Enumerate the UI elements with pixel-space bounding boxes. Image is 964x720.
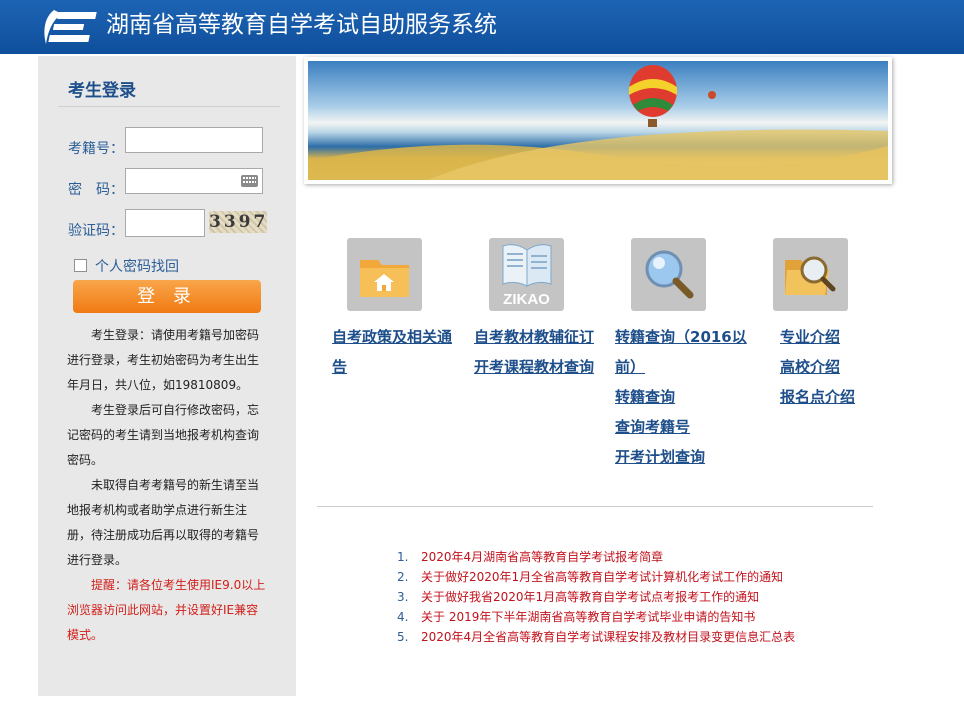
captcha-image[interactable]: 3397 (209, 211, 267, 233)
link-transfer-query-pre2016-line2[interactable]: 前） (615, 352, 645, 382)
login-note-1: 考生登录：请使用考籍号加密码进行登录，考生初始密码为考生出生年月日，共八位，如1… (67, 328, 260, 392)
password-input[interactable] (125, 168, 263, 194)
login-heading: 考生登录 (68, 81, 136, 101)
link-exam-id-query[interactable]: 查询考籍号 (615, 412, 690, 442)
banner-image (308, 61, 888, 180)
login-panel: 考生登录 考籍号： 密 码： 验证码： 3397 个人密码找回 登 录 考生登录… (38, 56, 296, 696)
news-item[interactable]: 5. 2020年4月全省高等教育自学考试课程安排及教材目录变更信息汇总表 (397, 627, 795, 647)
news-item[interactable]: 4. 关于 2019年下半年湖南省高等教育自学考试毕业申请的告知书 (397, 607, 795, 627)
news-item[interactable]: 2. 关于做好2020年1月全省高等教育自学考试计算机化考试工作的通知 (397, 567, 795, 587)
major-intro-tile[interactable] (773, 238, 848, 311)
magnifier-icon (645, 250, 694, 299)
exam-id-input[interactable] (125, 127, 263, 153)
captcha-label: 验证码： (68, 223, 124, 239)
captcha-input[interactable] (125, 209, 205, 237)
link-transfer-query-pre2016-line1[interactable]: 转籍查询（2016以 (615, 322, 747, 352)
policy-tile[interactable] (347, 238, 422, 311)
link-major-intro[interactable]: 专业介绍 (780, 322, 840, 352)
folder-search-icon (785, 256, 836, 295)
news-item[interactable]: 1. 2020年4月湖南省高等教育自学考试报考简章 (397, 547, 795, 567)
login-button[interactable]: 登 录 (73, 280, 261, 313)
link-transfer-query[interactable]: 转籍查询 (615, 382, 675, 412)
zikao-label: ZIKAO (503, 291, 550, 308)
link-college-intro[interactable]: 高校介绍 (780, 352, 840, 382)
system-title: 湖南省高等教育自学考试自助服务系统 (106, 12, 497, 38)
link-policy-notice-line1[interactable]: 自考政策及相关通 (332, 322, 452, 352)
content-divider (317, 506, 873, 507)
link-textbook-order[interactable]: 自考教材教辅征订 (474, 322, 594, 352)
e-logo-icon (44, 10, 97, 44)
news-list: 1. 2020年4月湖南省高等教育自学考试报考简章 2. 关于做好2020年1月全省… (397, 547, 795, 647)
password-label: 密 码： (68, 182, 124, 198)
banner-art (308, 65, 888, 180)
link-exam-plan-query[interactable]: 开考计划查询 (615, 442, 705, 472)
header-bar: 湖南省高等教育自学考试自助服务系统 (0, 0, 964, 54)
link-course-textbook-query[interactable]: 开考课程教材查询 (474, 352, 594, 382)
keyboard-icon[interactable] (241, 175, 258, 187)
login-note-2: 考生登录后可自行修改密码，忘记密码的考生请到当地报考机构查询密码。 (67, 403, 260, 467)
link-policy-notice-line2[interactable]: 告 (332, 352, 347, 382)
textbook-tile[interactable]: ZIKAO (489, 238, 564, 311)
browser-warning: 提醒：请各位考生使用IE9.0以上浏览器访问此网站，并设置好IE兼容模式。 (67, 578, 266, 642)
folder-home-icon (360, 260, 409, 297)
banner (304, 57, 892, 184)
transfer-query-tile[interactable] (631, 238, 706, 311)
login-note-3: 未取得自考考籍号的新生请至当地报考机构或者助学点进行新生注册，待注册成功后再以取… (67, 478, 260, 567)
book-zikao-icon: ZIKAO (502, 244, 552, 308)
divider (58, 106, 280, 107)
recover-password-label[interactable]: 个人密码找回 (95, 256, 179, 276)
recover-password-checkbox[interactable] (74, 259, 87, 272)
id-label: 考籍号： (68, 141, 124, 157)
news-item[interactable]: 3. 关于做好我省2020年1月高等教育自学考试点考报考工作的通知 (397, 587, 795, 607)
link-registration-site-intro[interactable]: 报名点介绍 (780, 382, 855, 412)
